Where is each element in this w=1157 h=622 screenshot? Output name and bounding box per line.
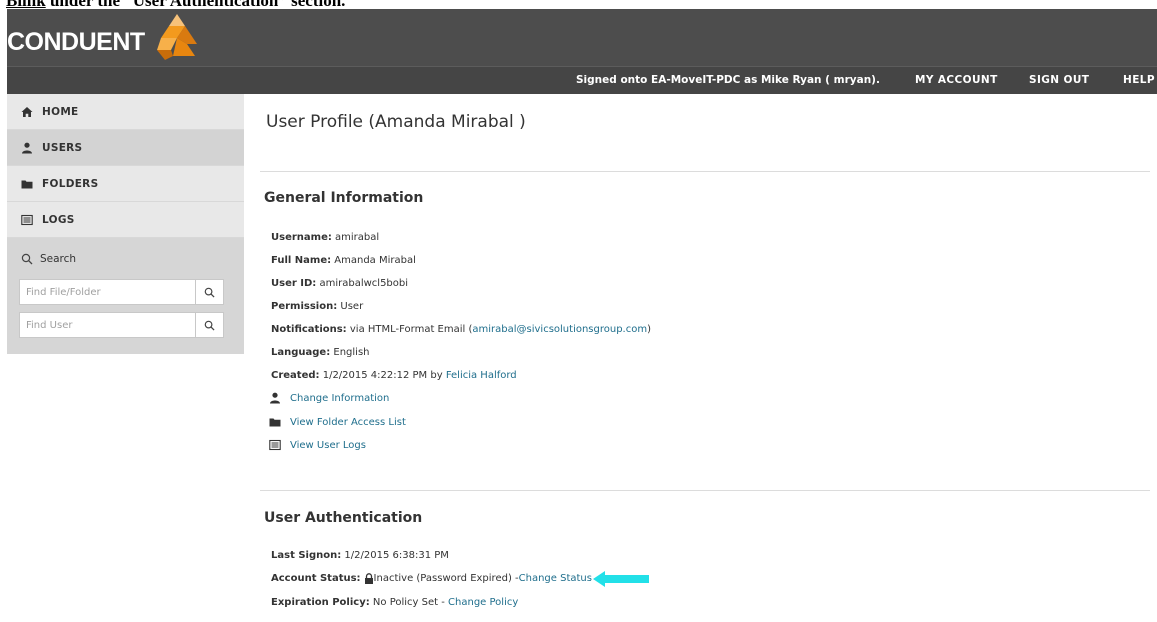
folder-icon [269, 418, 281, 427]
signed-on-text: Signed onto EA-MoveIT-PDC as Mike Ryan (… [576, 74, 880, 86]
section-title-general: General Information [264, 190, 424, 206]
top-navigation: Signed onto EA-MoveIT-PDC as Mike Ryan (… [7, 66, 1157, 94]
sidebar-item-home[interactable]: HOME [7, 94, 244, 130]
find-user-button[interactable] [195, 313, 223, 337]
username-value: amirabal [331, 232, 380, 243]
last-signon-row: Last Signon: 1/2/2015 6:38:31 PM [271, 550, 449, 561]
username-row: Username: amirabal [271, 232, 380, 243]
change-status-link[interactable]: Change Status [519, 573, 592, 584]
search-icon [204, 287, 215, 298]
sidebar-item-folders[interactable]: FOLDERS [7, 166, 244, 202]
sidebar-item-label: USERS [42, 141, 83, 154]
app-header: CONDUENT [7, 9, 1157, 66]
change-information-action[interactable]: Change Information [269, 392, 389, 404]
expiration-policy-row: Expiration Policy: No Policy Set - Chang… [271, 597, 519, 608]
conduent-mark-icon [156, 14, 197, 60]
document-caption: Blink under the “User Authentication” se… [6, 0, 345, 10]
view-user-logs-link[interactable]: View User Logs [290, 440, 366, 451]
notification-email-link[interactable]: amirabal@sivicsolutionsgroup.com [472, 324, 647, 335]
change-information-link[interactable]: Change Information [290, 393, 389, 404]
search-icon [204, 320, 215, 331]
view-user-logs-action[interactable]: View User Logs [269, 439, 366, 451]
find-file-button[interactable] [195, 280, 223, 304]
permission-row: Permission: User [271, 301, 364, 312]
help-link[interactable]: HELP [1123, 74, 1155, 86]
language-row: Language: English [271, 347, 370, 358]
find-file-input[interactable] [20, 280, 195, 304]
search-title: Search [40, 253, 77, 265]
user-icon [22, 142, 32, 153]
userid-value: amirabalwcl5bobi [316, 278, 409, 289]
view-folder-access-link[interactable]: View Folder Access List [290, 417, 406, 428]
sign-out-link[interactable]: SIGN OUT [1029, 74, 1089, 86]
account-status-row: Account Status: Inactive (Password Expir… [271, 573, 592, 584]
userid-row: User ID: amirabalwcl5bobi [271, 278, 409, 289]
sidebar-item-label: LOGS [42, 213, 75, 226]
sidebar-item-label: FOLDERS [42, 177, 99, 190]
logo-text: CONDUENT [7, 27, 145, 56]
search-icon [21, 253, 33, 265]
conduent-logo[interactable]: CONDUENT [7, 13, 205, 65]
home-icon [21, 106, 33, 117]
find-user-input[interactable] [20, 313, 195, 337]
logs-icon [269, 439, 281, 451]
sidebar: HOME USERS FOLDERS LOGS Search [7, 94, 244, 354]
notifications-row: Notifications: via HTML-Format Email (am… [271, 324, 651, 335]
server-name: EA-MoveIT-PDC [651, 74, 741, 86]
account-status-value: Inactive (Password Expired) - [373, 573, 519, 584]
sidebar-item-users[interactable]: USERS [7, 130, 244, 166]
signed-user: Mike Ryan [760, 74, 822, 86]
sidebar-search-panel: Search [7, 238, 244, 354]
change-policy-link[interactable]: Change Policy [448, 597, 518, 608]
folder-icon [21, 180, 33, 188]
fullname-row: Full Name: Amanda Mirabal [271, 255, 416, 266]
search-heading: Search [19, 246, 232, 272]
user-icon [270, 392, 280, 404]
divider [260, 490, 1150, 491]
fullname-value: Amanda Mirabal [331, 255, 416, 266]
last-signon-value: 1/2/2015 6:38:31 PM [341, 550, 449, 561]
sidebar-item-logs[interactable]: LOGS [7, 202, 244, 238]
section-title-authentication: User Authentication [264, 510, 423, 526]
divider [260, 171, 1150, 172]
view-folder-access-action[interactable]: View Folder Access List [269, 416, 406, 428]
main-content: User Profile (Amanda Mirabal ) General I… [244, 94, 1157, 622]
permission-value: User [337, 301, 364, 312]
find-file-row [19, 279, 224, 305]
arrow-left-icon [593, 571, 649, 587]
sidebar-item-label: HOME [42, 105, 79, 118]
logs-icon [21, 214, 33, 225]
find-user-row [19, 312, 224, 338]
lock-icon [364, 573, 373, 584]
created-row: Created: 1/2/2015 4:22:12 PM by Felicia … [271, 370, 517, 381]
language-value: English [330, 347, 370, 358]
created-by-link[interactable]: Felicia Halford [446, 370, 517, 381]
page-title: User Profile (Amanda Mirabal ) [266, 112, 526, 132]
expiration-policy-value: No Policy Set - [369, 597, 449, 608]
my-account-link[interactable]: MY ACCOUNT [915, 74, 998, 86]
